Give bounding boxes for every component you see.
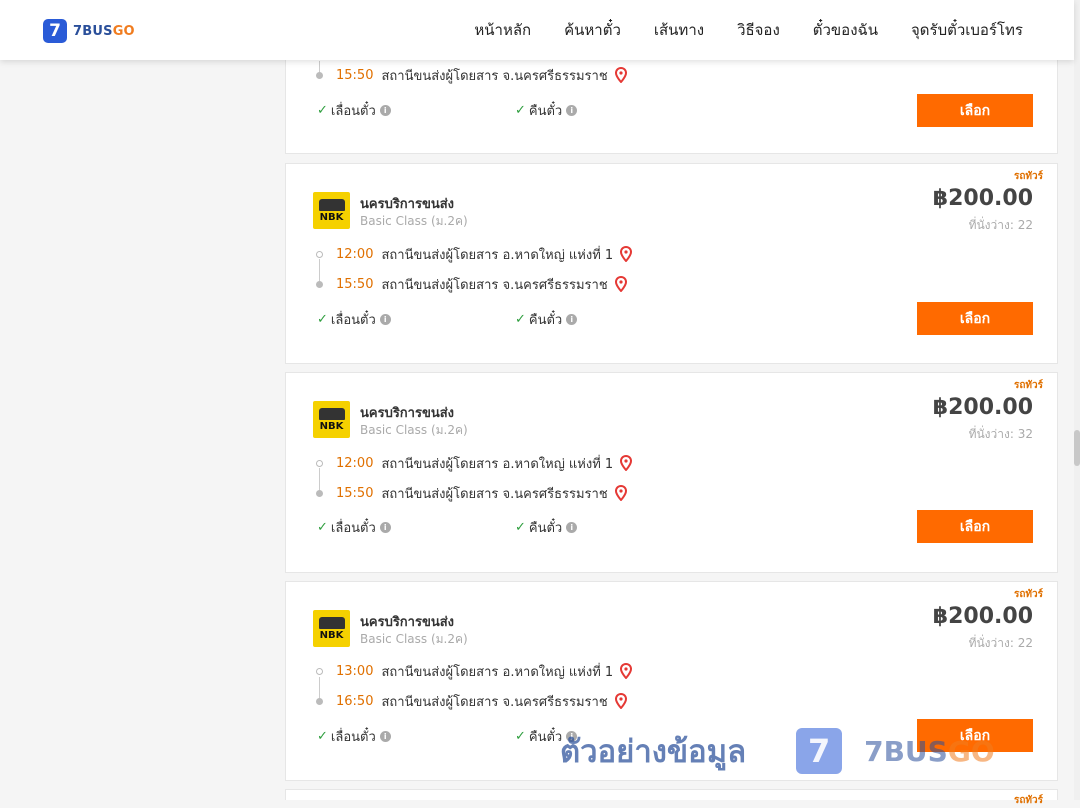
- seats-available: ที่นั่งว่าง: 32: [968, 427, 1033, 441]
- feature-change-ticket: ✓ เลื่อนตั๋ว i: [317, 100, 391, 121]
- trip-card: รถทัวร์ NBK นครบริการขนส่ง Basic Class (…: [285, 372, 1058, 573]
- nav-how-to-book[interactable]: วิธีจอง: [737, 18, 780, 42]
- departure-station: สถานีขนส่งผู้โดยสาร อ.หาดใหญ่ แห่งที่ 1: [381, 456, 614, 472]
- departure-time: 12:00: [336, 246, 374, 262]
- vehicle-type-badge: รถทัวร์: [1013, 795, 1043, 806]
- feature-refund-ticket: ✓ คืนตั๋ว i: [515, 517, 578, 538]
- arrival-stop: 15:50 สถานีขนส่งผู้โดยสาร จ.นครศรีธรรมรา…: [316, 274, 628, 294]
- nav-pickup-points[interactable]: จุดรับตั๋วเบอร์โทร: [911, 18, 1023, 42]
- check-icon: ✓: [515, 312, 526, 327]
- nav-home[interactable]: หน้าหลัก: [474, 18, 531, 42]
- operator-name: นครบริการขนส่ง: [360, 406, 455, 421]
- select-button[interactable]: เลือก: [917, 94, 1033, 127]
- arrival-time: 15:50: [336, 485, 374, 501]
- scroll-thumb[interactable]: [1074, 430, 1080, 466]
- vehicle-type-badge: รถทัวร์: [1013, 589, 1043, 600]
- bus-icon: [318, 407, 345, 420]
- trip-card: รถทัวร์ NBK นครบริการขนส่ง Basic Class (…: [285, 163, 1058, 364]
- select-button[interactable]: เลือก: [917, 302, 1033, 335]
- map-pin-icon[interactable]: [614, 693, 628, 709]
- info-icon[interactable]: i: [379, 105, 391, 116]
- check-icon: ✓: [317, 729, 328, 744]
- map-pin-icon[interactable]: [614, 276, 628, 292]
- operator-logo: NBK: [313, 610, 350, 647]
- arrival-station: สถานีขนส่งผู้โดยสาร จ.นครศรีธรรมราช: [381, 277, 608, 293]
- feature-refund-ticket: ✓ คืนตั๋ว i: [515, 726, 578, 747]
- arrival-station: สถานีขนส่งผู้โดยสาร จ.นครศรีธรรมราช: [381, 486, 608, 502]
- select-button[interactable]: เลือก: [917, 510, 1033, 543]
- departure-stop: 12:00 สถานีขนส่งผู้โดยสาร อ.หาดใหญ่ แห่ง…: [316, 453, 633, 473]
- seats-available: ที่นั่งว่าง: 22: [968, 636, 1033, 650]
- operator-name: นครบริการขนส่ง: [360, 615, 455, 630]
- vehicle-type-badge: รถทัวร์: [1013, 171, 1043, 182]
- nav-my-tickets[interactable]: ตั๋วของฉัน: [813, 18, 878, 42]
- feature-change-ticket: ✓ เลื่อนตั๋ว i: [317, 726, 391, 747]
- feature-refund-ticket: ✓ คืนตั๋ว i: [515, 309, 578, 330]
- feature-change-ticket: ✓ เลื่อนตั๋ว i: [317, 517, 391, 538]
- info-icon[interactable]: i: [379, 314, 391, 325]
- trip-card: รถทัวร์ NBK นครบริการขนส่ง Basic Class (…: [285, 581, 1058, 781]
- arrival-stop: 15:50 สถานีขนส่งผู้โดยสาร จ.นครศรีธรรมรา…: [316, 483, 628, 503]
- map-pin-icon[interactable]: [614, 67, 628, 83]
- site-logo[interactable]: 7 7BUSGO: [43, 19, 135, 43]
- feature-change-ticket: ✓ เลื่อนตั๋ว i: [317, 309, 391, 330]
- departure-time: 13:00: [336, 663, 374, 679]
- bus-icon: [318, 198, 345, 211]
- map-pin-icon[interactable]: [614, 485, 628, 501]
- arrival-time: 15:50: [336, 276, 374, 292]
- departure-station: สถานีขนส่งผู้โดยสาร อ.หาดใหญ่ แห่งที่ 1: [381, 247, 614, 263]
- seats-available: ที่นั่งว่าง: 22: [968, 218, 1033, 232]
- departure-stop: 13:00 สถานีขนส่งผู้โดยสาร อ.หาดใหญ่ แห่ง…: [316, 661, 633, 681]
- nav-search-ticket[interactable]: ค้นหาตั๋ว: [564, 18, 621, 42]
- trip-card-next: รถทัวร์: [285, 789, 1058, 806]
- info-icon[interactable]: i: [566, 105, 578, 116]
- arrival-station: สถานีขนส่งผู้โดยสาร จ.นครศรีธรรมราช: [381, 68, 608, 84]
- logo-badge-icon: 7: [43, 19, 67, 43]
- info-icon[interactable]: i: [566, 314, 578, 325]
- site-header: 7 7BUSGO หน้าหลัก ค้นหาตั๋ว เส้นทาง วิธี…: [0, 0, 1074, 60]
- departure-stop: 12:00 สถานีขนส่งผู้โดยสาร อ.หาดใหญ่ แห่ง…: [316, 244, 633, 264]
- departure-station: สถานีขนส่งผู้โดยสาร อ.หาดใหญ่ แห่งที่ 1: [381, 664, 614, 680]
- operator-name: นครบริการขนส่ง: [360, 197, 455, 212]
- logo-text: 7BUSGO: [73, 23, 135, 39]
- bus-class: Basic Class (ม.2ค): [360, 423, 468, 437]
- map-pin-icon[interactable]: [619, 246, 633, 262]
- map-pin-icon[interactable]: [619, 663, 633, 679]
- check-icon: ✓: [317, 312, 328, 327]
- operator-logo: NBK: [313, 192, 350, 229]
- ticket-price: ฿200.00: [932, 395, 1033, 420]
- info-icon[interactable]: i: [566, 522, 578, 533]
- select-button[interactable]: เลือก: [917, 719, 1033, 752]
- arrival-stop: 15:50 สถานีขนส่งผู้โดยสาร จ.นครศรีธรรมรา…: [316, 65, 628, 85]
- ticket-price: ฿200.00: [932, 604, 1033, 629]
- info-icon[interactable]: i: [379, 731, 391, 742]
- nav-routes[interactable]: เส้นทาง: [654, 18, 704, 42]
- bus-class: Basic Class (ม.2ค): [360, 214, 468, 228]
- operator-logo: NBK: [313, 401, 350, 438]
- info-icon[interactable]: i: [379, 522, 391, 533]
- arrival-stop: 16:50 สถานีขนส่งผู้โดยสาร จ.นครศรีธรรมรา…: [316, 691, 628, 711]
- check-icon: ✓: [317, 103, 328, 118]
- main-nav: หน้าหลัก ค้นหาตั๋ว เส้นทาง วิธีจอง ตั๋วข…: [474, 0, 1023, 60]
- arrival-time: 15:50: [336, 67, 374, 83]
- bus-class: Basic Class (ม.2ค): [360, 632, 468, 646]
- departure-time: 12:00: [336, 455, 374, 471]
- check-icon: ✓: [515, 103, 526, 118]
- info-icon[interactable]: i: [566, 731, 578, 742]
- vehicle-type-badge: รถทัวร์: [1013, 380, 1043, 391]
- feature-refund-ticket: ✓ คืนตั๋ว i: [515, 100, 578, 121]
- ticket-price: ฿200.00: [932, 186, 1033, 211]
- check-icon: ✓: [515, 520, 526, 535]
- check-icon: ✓: [515, 729, 526, 744]
- bus-icon: [318, 616, 345, 629]
- arrival-time: 16:50: [336, 693, 374, 709]
- map-pin-icon[interactable]: [619, 455, 633, 471]
- check-icon: ✓: [317, 520, 328, 535]
- arrival-station: สถานีขนส่งผู้โดยสาร จ.นครศรีธรรมราช: [381, 694, 608, 710]
- page-scrollbar[interactable]: [1074, 0, 1080, 800]
